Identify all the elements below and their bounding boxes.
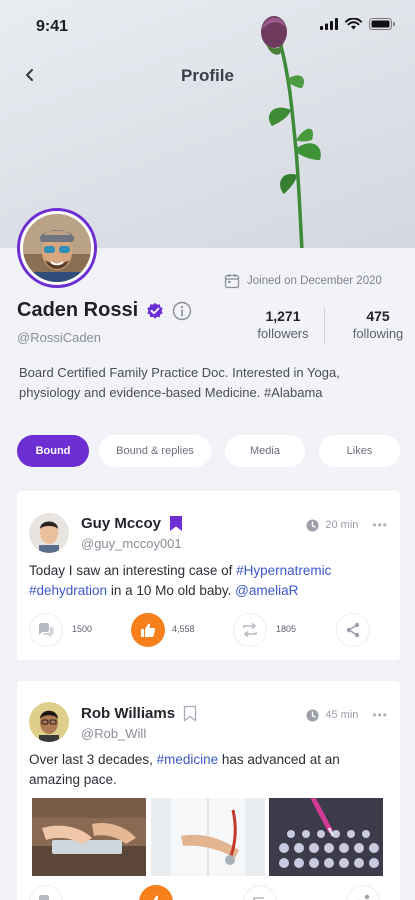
followers-stat[interactable]: 1,271 followers xyxy=(250,308,316,341)
tab-bound-replies[interactable]: Bound & replies xyxy=(99,435,211,467)
like-button[interactable] xyxy=(139,885,173,900)
stats-divider xyxy=(324,308,325,344)
avatar-photo xyxy=(23,214,91,282)
like-button[interactable] xyxy=(131,613,165,647)
media-photo[interactable] xyxy=(269,798,384,876)
info-icon[interactable] xyxy=(172,301,192,321)
bookmark-icon[interactable] xyxy=(183,705,197,722)
more-options-icon[interactable]: ••• xyxy=(372,708,388,722)
page-title: Profile xyxy=(181,66,234,85)
like-count: 4,558 xyxy=(172,624,195,634)
joined-date: Joined on December 2020 xyxy=(224,273,382,289)
profile-avatar[interactable] xyxy=(17,208,97,288)
clock-icon xyxy=(306,519,319,531)
following-count: 475 xyxy=(366,308,390,324)
repeat-icon xyxy=(243,622,257,638)
tab-likes[interactable]: Likes xyxy=(319,435,400,467)
post-actions xyxy=(29,885,389,900)
calendar-icon xyxy=(224,274,240,289)
profile-tabs: Bound Bound & replies Media Likes xyxy=(17,435,400,467)
post-actions: 1500 4,558 1805 xyxy=(29,613,389,647)
post-text: Over last 3 decades, #medicine has advan… xyxy=(29,752,340,787)
hashtag-link[interactable]: #medicine xyxy=(157,752,219,767)
more-options-icon[interactable]: ••• xyxy=(372,518,388,532)
media-photo[interactable] xyxy=(32,798,147,876)
author-handle: @guy_mccoy001 xyxy=(81,536,182,551)
rebound-count: 1805 xyxy=(276,624,297,634)
post-text: Today I saw an interesting case of #Hype… xyxy=(29,563,332,598)
clock-icon xyxy=(306,709,319,721)
signal-icon xyxy=(320,18,338,30)
post-card[interactable]: Rob Williams @Rob_Will 45 min ••• Over l… xyxy=(17,681,400,900)
tab-bound[interactable]: Bound xyxy=(17,435,89,467)
share-button[interactable] xyxy=(336,613,370,647)
rebound-button[interactable] xyxy=(243,885,277,900)
following-stat[interactable]: 475 following xyxy=(339,308,415,341)
post-card[interactable]: Guy Mccoy @guy_mccoy001 20 min ••• Today… xyxy=(17,491,400,660)
thumbs-up-icon xyxy=(153,895,162,900)
following-label: following xyxy=(352,326,404,341)
followers-count: 1,271 xyxy=(265,308,301,324)
followers-label: followers xyxy=(257,326,309,341)
mention-link[interactable]: @ameliaR xyxy=(235,583,298,598)
tab-media[interactable]: Media xyxy=(225,435,305,467)
post-time: 45 min xyxy=(325,709,359,721)
author-handle: @Rob_Will xyxy=(81,726,147,741)
bookmark-icon[interactable] xyxy=(169,515,183,532)
author-avatar[interactable] xyxy=(29,702,69,742)
comment-count: 1500 xyxy=(72,624,93,634)
profile-bio: Board Certified Family Practice Doc. Int… xyxy=(19,365,340,400)
profile-handle: @RossiCaden xyxy=(17,330,102,345)
repeat-icon xyxy=(253,897,264,900)
profile-stats: 1,271 followers 475 following xyxy=(250,308,415,344)
comment-icon xyxy=(39,895,49,900)
rebound-button[interactable] xyxy=(233,613,267,647)
share-icon xyxy=(358,894,370,900)
status-bar: 9:41 xyxy=(0,0,415,50)
wifi-icon xyxy=(345,18,362,30)
author-name[interactable]: Guy Mccoy xyxy=(81,515,161,532)
verified-badge-icon xyxy=(147,302,163,319)
thumbs-up-icon xyxy=(141,623,156,637)
share-icon xyxy=(346,622,360,638)
battery-icon xyxy=(369,18,395,30)
comment-icon xyxy=(39,623,54,638)
profile-name: Caden Rossi xyxy=(17,299,139,321)
hashtag-link[interactable]: #Hypernatremic xyxy=(236,563,331,578)
author-name[interactable]: Rob Williams xyxy=(81,705,175,722)
share-button[interactable] xyxy=(346,885,380,900)
hashtag-link[interactable]: #dehydration xyxy=(29,583,107,598)
post-time: 20 min xyxy=(325,519,359,531)
author-avatar[interactable] xyxy=(29,513,69,553)
comment-button[interactable] xyxy=(29,613,63,647)
media-photo[interactable] xyxy=(150,798,266,876)
comment-button[interactable] xyxy=(29,885,63,900)
joined-text: Joined on December 2020 xyxy=(247,275,382,287)
post-media-gallery xyxy=(32,798,384,876)
status-time: 9:41 xyxy=(36,18,69,35)
